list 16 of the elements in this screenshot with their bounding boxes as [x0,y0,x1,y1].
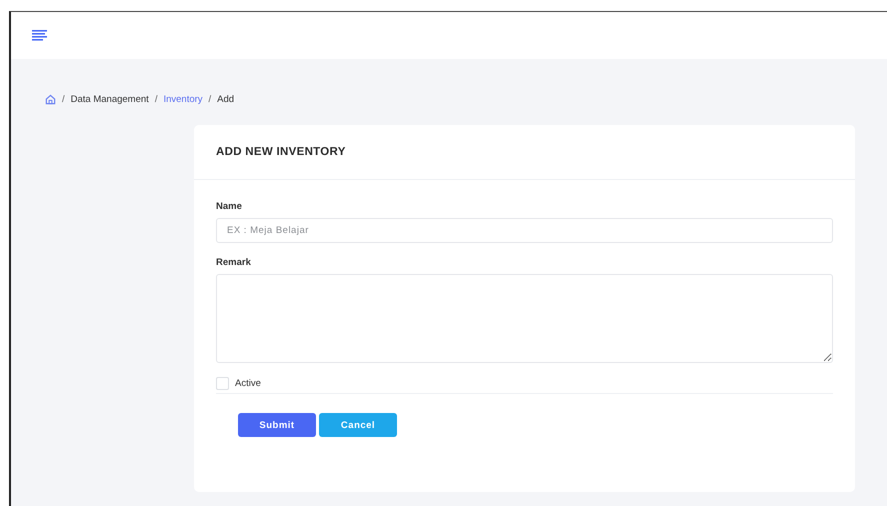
menu-icon[interactable] [32,30,47,41]
breadcrumb-link[interactable]: Inventory [163,94,203,104]
breadcrumb-separator: / [62,94,65,104]
breadcrumb-item: Data Management [70,94,149,104]
checkbox[interactable] [216,377,229,390]
cancel-button[interactable]: Cancel [319,413,397,437]
breadcrumb-item: Add [217,94,234,104]
breadcrumb-separator: / [154,94,158,104]
checkbox-label: Active [235,378,261,389]
field-label: Remark [216,257,252,268]
card-title: ADD NEW INVENTORY [216,146,346,158]
submit-button[interactable]: Submit [238,413,316,437]
field-label: Name [216,201,243,212]
breadcrumb-separator: / [208,94,212,104]
home-icon[interactable] [45,94,56,104]
input-field[interactable]: EX : Meja Belajar [216,218,833,243]
